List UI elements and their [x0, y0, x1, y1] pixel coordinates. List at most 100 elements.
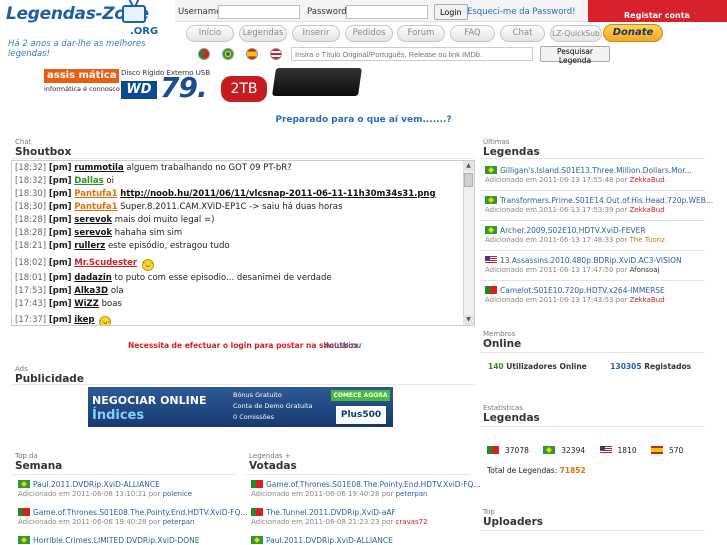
shout-user[interactable]: Alka3D [74, 286, 108, 296]
divider [245, 474, 470, 475]
divider [480, 190, 705, 191]
flag-uk-icon[interactable] [270, 48, 282, 60]
shout-user[interactable]: dadazin [74, 273, 112, 283]
flag-es-icon[interactable] [246, 48, 258, 60]
donate-button[interactable]: Donate [603, 24, 663, 42]
flag-br-icon [485, 226, 497, 234]
tab-chat[interactable]: Chat [500, 25, 545, 42]
members-online-stats: 140 Utilizadores Online 130305 Registado… [488, 362, 692, 371]
tab-inserir[interactable]: Inserir [292, 25, 340, 42]
flag-pt-icon [251, 508, 263, 516]
register-button[interactable]: Registar conta [588, 0, 727, 22]
shout-message: [17:37] [pm] ikep ᵕᴗ- [15, 315, 112, 326]
divider [11, 158, 475, 159]
tab-legendas[interactable]: Legendas [239, 25, 287, 42]
shout-user[interactable]: Mr.Scudester [74, 258, 137, 268]
stats-total: Total de Legendas: 71852 [487, 466, 586, 475]
shout-user[interactable]: Pantufa1 [74, 202, 117, 212]
shoutbox-panel[interactable]: [18:32] [pm] rummotila alguem trabalhand… [11, 160, 475, 326]
shout-user[interactable]: serevok [74, 228, 112, 238]
flag-br-icon [543, 446, 556, 454]
wd-logo: WD [121, 81, 157, 99]
members-header: Membros Online [483, 330, 522, 350]
flag-pt-icon [251, 480, 263, 488]
laughing-smiley-icon: ᵔᴗᵔ [141, 259, 154, 271]
ad-bullets: Bónus Gratuito Conta de Demo Gratuita 0 … [233, 391, 313, 421]
scroll-thumb[interactable] [464, 173, 473, 187]
divider [480, 280, 705, 281]
shout-message: [18:01] [pm] dadazin to puto com esse ep… [15, 273, 332, 283]
tab-pedidos[interactable]: Pedidos [345, 25, 393, 42]
flag-pt-icon[interactable] [198, 48, 210, 60]
shoutbox-scrollbar[interactable]: ▲ ▼ [463, 161, 474, 325]
flag-br-icon [251, 536, 263, 544]
flag-pt-icon [18, 508, 30, 516]
tab-lz-quicksub[interactable]: LZ-QuickSub [550, 25, 602, 42]
shout-user[interactable]: ikep [74, 315, 94, 325]
flag-br-icon [18, 480, 30, 488]
shoutbox-refresh-link[interactable]: Actualizar [325, 341, 362, 350]
banner-brand-sub: informática é connosco [44, 85, 120, 93]
search-button[interactable]: Pesquisar Legenda [540, 46, 610, 65]
shoutbox-title: Shoutbox [15, 146, 72, 158]
flag-us-icon [599, 446, 612, 454]
shout-user[interactable]: WiZZ [74, 299, 99, 309]
shout-message: [18:32] [pm] rummotila alguem trabalhand… [15, 163, 292, 173]
ads-header: Ads Publicidade [15, 365, 84, 385]
divider [480, 530, 705, 531]
shout-user[interactable]: rummotila [74, 163, 123, 173]
flag-pt-icon [485, 286, 497, 294]
flag-br-icon [485, 196, 497, 204]
list-item[interactable]: Game.of.Thrones.S01E08.The.Pointy.End.HD… [18, 508, 248, 531]
banner-price: 79. [160, 71, 208, 104]
shout-message: [17:53] [pm] Alka3D ola [15, 286, 124, 296]
login-button[interactable]: Login [434, 4, 468, 20]
forgot-password-link[interactable]: Esqueci-me da Password! [467, 7, 576, 17]
divider [480, 220, 705, 221]
shout-user[interactable]: serevok [74, 215, 112, 225]
list-item[interactable]: The.Tunnel.2011.DVDRip.XviD-aAF Adiciona… [251, 508, 428, 531]
tab-forum[interactable]: Forum [397, 25, 445, 42]
list-item[interactable]: Paul.2011.DVDRip.XviD-ALLIANCE Adicionad… [18, 480, 192, 503]
divider [11, 474, 236, 475]
flag-br-icon[interactable] [222, 48, 234, 60]
list-item[interactable]: Game.of.Thrones.S01E08.The.Pointy.End.HD… [251, 480, 481, 503]
banner-capacity: 2TB [221, 76, 267, 102]
shout-message: [18:02] [pm] Mr.Scudester ᵔᴗᵔ [15, 258, 154, 271]
scroll-up-icon[interactable]: ▲ [463, 161, 474, 171]
scroll-down-icon[interactable]: ▼ [463, 315, 474, 325]
site-logo[interactable]: Legendas-Zone .ORG Há 2 anos a dar-lhe a… [4, 2, 174, 59]
password-label: Password: [307, 7, 350, 17]
flag-us-icon [485, 256, 497, 264]
stats-by-language: 37078 32394 1810 570 [487, 446, 695, 455]
tab-inicio[interactable]: Início [186, 25, 234, 42]
shout-user[interactable]: Dallas [74, 176, 103, 186]
list-item[interactable]: Paul.2011.DVDRip.XviD-ALLIANCE [251, 536, 393, 545]
ready-link[interactable]: Preparado para o que aí vem.......? [0, 115, 727, 125]
banner-brand: assis mática [44, 69, 119, 83]
logo-tld: .ORG [130, 26, 159, 37]
hard-drive-image [272, 68, 362, 96]
shout-message: [18:28] [pm] serevok mais doi muito lega… [15, 215, 215, 225]
ad-cta-button[interactable]: COMECE AGORA [331, 390, 390, 401]
hdd-banner[interactable]: assis mática informática é connosco Disc… [44, 66, 362, 104]
tab-faq[interactable]: FAQ [450, 25, 495, 42]
shoutbox-small: Chat [15, 138, 32, 146]
top-voted-header: Legendas + Votadas [249, 452, 297, 472]
password-input[interactable] [346, 5, 428, 19]
ad-line1: NEGOCIAR ONLINE [92, 394, 207, 407]
shout-user[interactable]: Pantufa1 [74, 189, 117, 199]
plus500-ad-banner[interactable]: NEGOCIAR ONLINE Índices Bónus Gratuito C… [88, 387, 393, 427]
search-input[interactable] [291, 47, 533, 61]
shout-link[interactable]: http://noob.hu/2011/06/11/vlcsnap-2011-0… [120, 189, 435, 199]
list-item[interactable]: Camelot.S01E10.720p.HDTV.x264-IMMERSE Ad… [485, 286, 700, 314]
ad-brand-logo: Plus500 [336, 406, 386, 424]
username-input[interactable] [218, 5, 300, 19]
wink-smiley-icon: ᵕᴗ- [99, 316, 112, 326]
flag-pt-icon [487, 446, 499, 454]
shout-message: [18:30] [pm] Pantufa1 Super.8.2011.CAM.X… [15, 202, 343, 212]
list-item[interactable]: Horrible.Crimes.LIMITED.DVDRip.XviD-DONE [18, 536, 200, 545]
flag-es-icon [650, 446, 663, 454]
flag-br-icon [18, 536, 30, 544]
shout-user[interactable]: rullerz [74, 241, 105, 251]
